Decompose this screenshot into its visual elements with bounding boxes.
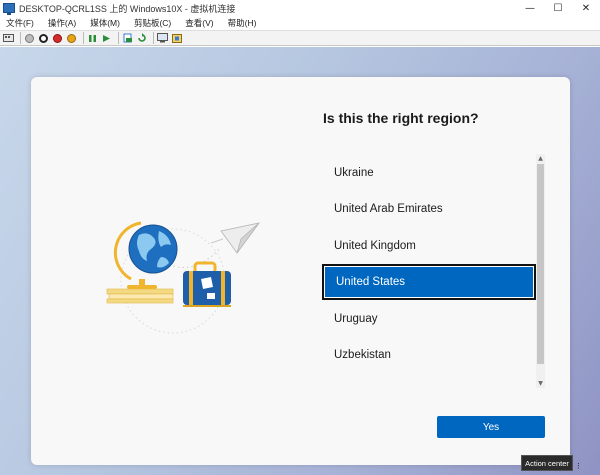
region-option-united-kingdom[interactable]: United Kingdom [322, 228, 536, 264]
region-option-uae[interactable]: United Arab Emirates [322, 191, 536, 227]
globe-suitcase-illustration [106, 221, 260, 334]
share-icon[interactable] [171, 33, 182, 44]
start-icon[interactable] [24, 33, 35, 44]
ctrl-alt-del-icon[interactable] [3, 33, 14, 44]
toolbar-separator [153, 32, 154, 44]
region-list[interactable]: Ukraine United Arab Emirates United King… [322, 155, 536, 375]
toolbar-separator [118, 32, 119, 44]
window-title: DESKTOP-QCRL1SS 上的 Windows10X - 虚拟机连接 [19, 3, 236, 14]
minimize-button[interactable]: — [516, 0, 544, 16]
title-bar: DESKTOP-QCRL1SS 上的 Windows10X - 虚拟机连接 — … [0, 0, 600, 16]
maximize-button[interactable]: ☐ [544, 0, 572, 16]
region-option-uzbekistan[interactable]: Uzbekistan [322, 337, 536, 373]
shutdown-icon[interactable] [52, 33, 63, 44]
menu-action[interactable]: 操作(A) [48, 17, 76, 29]
play-icon[interactable] [101, 33, 112, 44]
region-option-ukraine[interactable]: Ukraine [322, 155, 536, 191]
taskbar-corner-icon: ⁝ [577, 462, 580, 472]
revert-icon[interactable] [136, 33, 147, 44]
toolbar-separator [20, 32, 21, 44]
window-controls: — ☐ ✕ [516, 0, 600, 16]
region-option-uruguay[interactable]: Uruguay [322, 301, 536, 337]
region-list-scrollbar[interactable]: ▲ ▼ [536, 154, 545, 388]
oobe-card: Is this the right region? Ukraine United… [31, 77, 570, 465]
turn-off-icon[interactable] [38, 33, 49, 44]
scroll-down-arrow-icon[interactable]: ▼ [536, 379, 545, 388]
scroll-thumb[interactable] [537, 164, 544, 364]
vm-connection-icon [3, 3, 15, 15]
page-title: Is this the right region? [323, 110, 479, 126]
pause-icon[interactable] [87, 33, 98, 44]
menu-file[interactable]: 文件(F) [6, 17, 34, 29]
toolbar [0, 30, 600, 46]
menu-bar: 文件(F) 操作(A) 媒体(M) 剪贴板(C) 查看(V) 帮助(H) [0, 16, 600, 30]
checkpoint-icon[interactable] [122, 33, 133, 44]
menu-help[interactable]: 帮助(H) [228, 17, 257, 29]
toolbar-separator [83, 32, 84, 44]
menu-clipboard[interactable]: 剪贴板(C) [134, 17, 171, 29]
menu-media[interactable]: 媒体(M) [90, 17, 120, 29]
action-center-tooltip: Action center [521, 455, 573, 471]
yes-button[interactable]: Yes [437, 416, 545, 438]
menu-view[interactable]: 查看(V) [185, 17, 213, 29]
scroll-up-arrow-icon[interactable]: ▲ [536, 154, 545, 163]
save-icon[interactable] [66, 33, 77, 44]
close-button[interactable]: ✕ [572, 0, 600, 16]
region-option-united-states[interactable]: United States [322, 264, 536, 300]
enhanced-session-icon[interactable] [157, 33, 168, 44]
